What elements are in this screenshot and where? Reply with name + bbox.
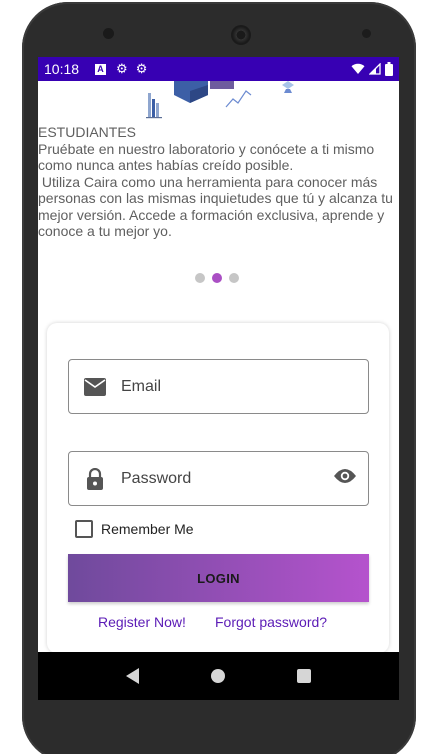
wifi-icon [351,63,365,74]
pager-dot-active[interactable] [212,273,222,283]
back-icon[interactable] [126,668,139,684]
password-field[interactable]: Password [68,451,369,506]
intro-paragraph-2: Utiliza Caira como una herramienta para … [38,173,397,240]
eye-icon[interactable] [333,468,357,489]
recent-apps-icon[interactable] [297,669,311,683]
email-field[interactable]: Email [68,359,369,414]
hero-illustration [146,81,294,119]
email-label: Email [121,377,162,395]
login-card: Email Password Remember Me LOGIN Registe… [47,323,389,653]
pager-indicator [195,273,239,283]
navigation-bar [38,652,399,700]
a-notification-icon: A [95,63,107,75]
password-label: Password [121,469,192,487]
register-link[interactable]: Register Now! [98,614,186,630]
signal-icon [369,63,381,75]
remember-me-label: Remember Me [101,521,194,537]
pager-dot[interactable] [229,273,239,283]
status-bar: 10:18 A ⚙ ⚙ [38,57,399,81]
settings-icon: ⚙ [116,61,128,76]
sensor-icon [362,29,371,38]
earpiece-speaker [231,25,251,45]
home-icon[interactable] [211,669,225,683]
device-screen: 10:18 A ⚙ ⚙ ESTUDIANTES Pruébate en nues… [38,57,399,700]
forgot-password-link[interactable]: Forgot password? [215,614,327,630]
lock-icon [69,467,121,490]
intro-heading: ESTUDIANTES [38,124,137,140]
pager-dot[interactable] [195,273,205,283]
settings-icon: ⚙ [135,61,148,76]
remember-me[interactable]: Remember Me [75,520,194,538]
envelope-icon [69,377,121,396]
intro-paragraph-1: Pruébate en nuestro laboratorio y conóce… [38,140,375,174]
status-time: 10:18 [44,61,80,77]
battery-icon [385,62,393,76]
intro-text: ESTUDIANTES Pruébate en nuestro laborato… [38,124,399,240]
login-button[interactable]: LOGIN [68,554,369,602]
front-camera-icon [103,28,114,39]
remember-me-checkbox[interactable] [75,520,93,538]
